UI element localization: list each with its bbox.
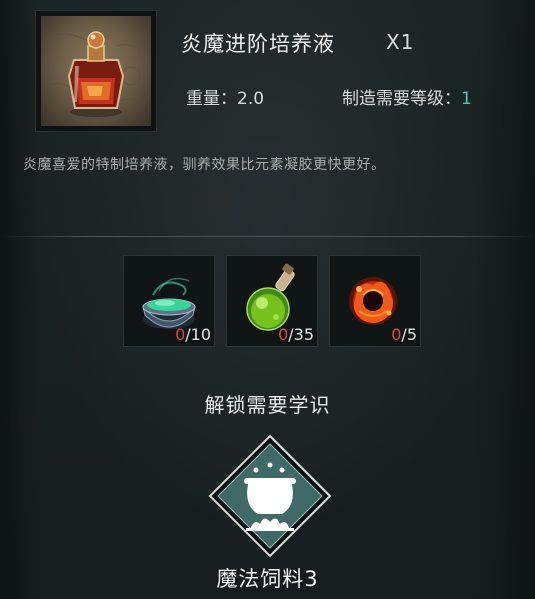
panel-edge-shadow-left [0,0,40,599]
craft-level-requirement: 制造需要等级：1 [342,84,472,109]
material-slot-2[interactable]: 0/35 [226,255,318,347]
craft-level-label: 制造需要等级： [342,89,461,109]
item-weight: 重量：2.0 [186,84,264,109]
item-name: 炎魔进阶培养液 [181,32,335,56]
flask-potion-icon [41,16,151,126]
material-required: /5 [401,325,417,344]
material-required: /10 [185,325,211,344]
material-owned: 0 [278,325,289,344]
panel-edge-shadow-right [475,0,535,599]
section-divider [0,236,535,237]
item-tooltip-panel: 炎魔进阶培养液 X1 重量：2.0 制造需要等级：1 炎魔喜爱的特制培养液，驯养… [0,0,535,599]
weight-label: 重量： [186,89,237,109]
weight-value: 2.0 [237,89,265,109]
material-count: 0/10 [175,325,211,344]
item-quantity: X1 [386,30,415,54]
unlock-requirement-heading: 解锁需要学识 [204,393,331,417]
material-required: /35 [288,325,314,344]
material-count: 0/35 [278,325,314,344]
knowledge-name: 魔法饲料3 [216,567,319,591]
material-slot-1[interactable]: 0/10 [123,255,215,347]
material-count: 0/5 [391,325,417,344]
knowledge-badge[interactable] [206,432,334,560]
item-description: 炎魔喜爱的特制培养液，驯养效果比元素凝胶更快更好。 [23,157,386,173]
item-icon-frame [35,10,157,132]
material-owned: 0 [175,325,186,344]
craft-level-value: 1 [461,89,472,109]
material-slot-3[interactable]: 0/5 [329,255,421,347]
material-owned: 0 [391,325,402,344]
